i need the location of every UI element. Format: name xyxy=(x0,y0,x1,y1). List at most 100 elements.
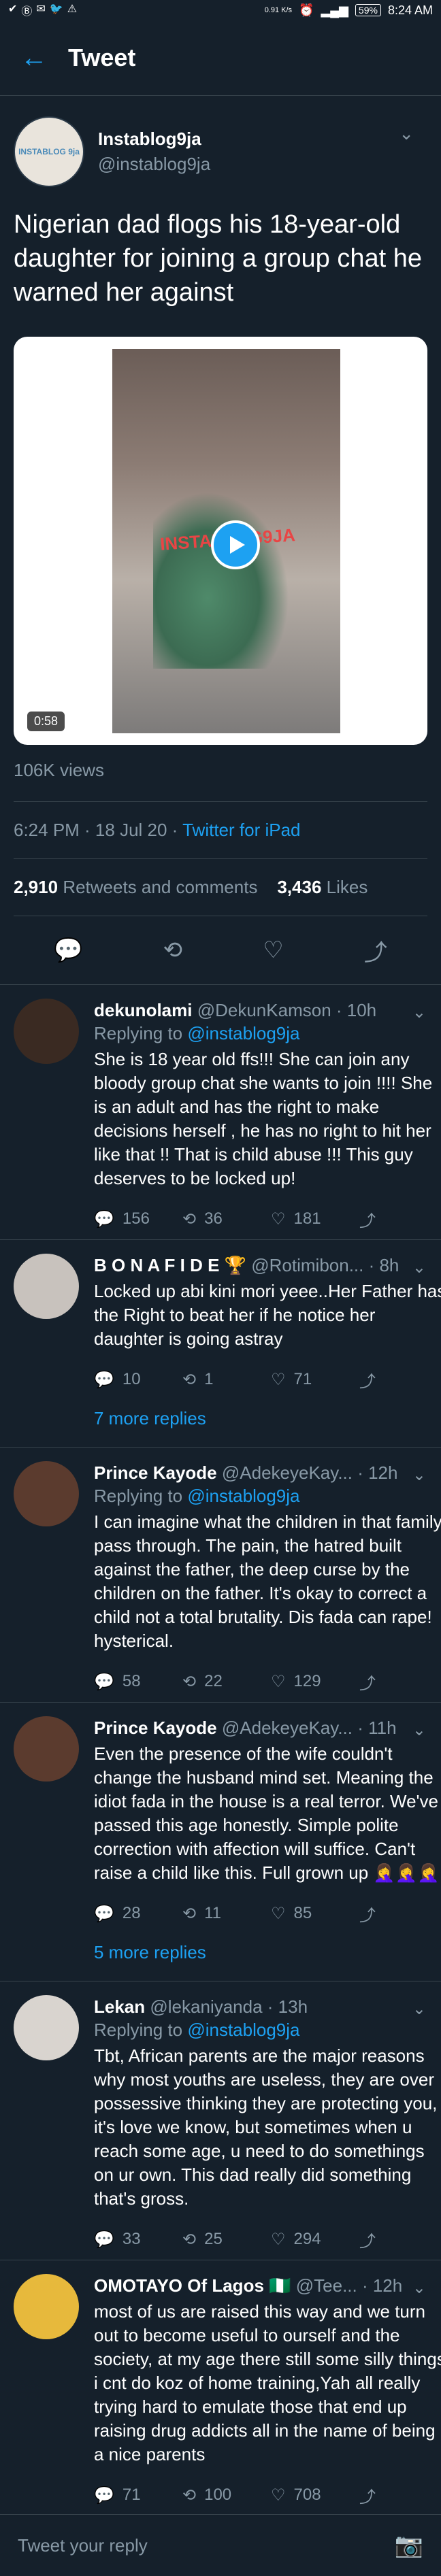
retweets-count[interactable]: 2,910 xyxy=(14,877,58,897)
play-button-icon[interactable] xyxy=(211,520,260,569)
status-bar: ✔ Ⓑ ✉ 🐦 ⚠ 0.91 K/s ⏰ ▂▄▆ 59% 8:24 AM xyxy=(0,0,441,20)
reply-avatar[interactable] xyxy=(14,1461,79,1526)
reply-comment-button[interactable]: 💬 71 xyxy=(94,2486,182,2505)
author-handle[interactable]: @instablog9ja xyxy=(98,154,210,175)
reply-retweet-button[interactable]: ⟲ 22 xyxy=(182,1672,271,1692)
more-replies-link[interactable]: 5 more replies xyxy=(94,1942,441,1974)
chevron-down-icon[interactable]: ⌄ xyxy=(412,1465,426,1485)
likes-label[interactable]: Likes xyxy=(327,877,368,897)
heart-icon: ♡ xyxy=(271,2486,286,2505)
reply-retweet-button[interactable]: ⟲ 11 xyxy=(182,1904,271,1924)
comment-icon[interactable]: 💬 xyxy=(54,937,82,964)
reply-like-button[interactable]: ♡ 708 xyxy=(271,2486,359,2505)
reply-author-handle[interactable]: @AdekeyeKay... · 12h xyxy=(222,1462,398,1483)
reply-actions: 💬 71 ⟲ 100 ♡ 708 ⤴ xyxy=(94,2481,441,2509)
reply-share-button[interactable]: ⤴ xyxy=(359,2228,441,2252)
reply-avatar[interactable] xyxy=(14,2274,79,2339)
reply-comment-button[interactable]: 💬 28 xyxy=(94,1904,182,1924)
replying-to: Replying to @instablog9ja xyxy=(94,2020,300,2040)
replying-to-link[interactable]: @instablog9ja xyxy=(187,1023,299,1043)
replies-list: dekunolami @DekunKamson · 10h Replying t… xyxy=(0,985,441,2563)
reply-comment-button[interactable]: 💬 33 xyxy=(94,2230,182,2249)
reply-retweet-button[interactable]: ⟲ 36 xyxy=(182,1209,271,1229)
retweets-label[interactable]: Retweets and comments xyxy=(63,877,257,897)
reply-author-name[interactable]: Prince Kayode xyxy=(94,1462,217,1483)
reply-avatar[interactable] xyxy=(14,1716,79,1782)
reply-avatar[interactable] xyxy=(14,999,79,1064)
author-name[interactable]: Instablog9ja xyxy=(98,129,210,150)
reply-text: I can imagine what the children in that … xyxy=(94,1511,441,1651)
reply-share-button[interactable]: ⤴ xyxy=(359,1207,441,1231)
page-title: Tweet xyxy=(68,44,136,71)
reply-author-name[interactable]: dekunolami xyxy=(94,1000,192,1020)
reply-author-name[interactable]: B O N A F I D E 🏆 xyxy=(94,1255,246,1275)
reply-header: Prince Kayode @AdekeyeKay... · 11h xyxy=(94,1716,441,1739)
clock: 8:24 AM xyxy=(387,3,433,17)
reply-retweet-button[interactable]: ⟲ 100 xyxy=(182,2486,271,2505)
reply-like-button[interactable]: ♡ 181 xyxy=(271,1209,359,1229)
battery-level: 59% xyxy=(355,4,381,16)
chevron-down-icon[interactable]: ⌄ xyxy=(412,1720,426,1740)
reply-share-button[interactable]: ⤴ xyxy=(359,1368,441,1392)
author-avatar[interactable]: INSTABLOG 9ja xyxy=(14,116,84,187)
camera-icon[interactable]: 📷 xyxy=(395,2532,423,2559)
reply-retweet-button[interactable]: ⟲ 1 xyxy=(182,1370,271,1390)
reply-tweet[interactable]: dekunolami @DekunKamson · 10h Replying t… xyxy=(0,985,441,1240)
replying-to-link[interactable]: @instablog9ja xyxy=(187,2020,299,2040)
share-icon[interactable]: ⤴ xyxy=(364,934,387,967)
reply-like-button[interactable]: ♡ 294 xyxy=(271,2230,359,2249)
reply-author-handle[interactable]: @AdekeyeKay... · 11h xyxy=(222,1718,397,1738)
more-replies-link[interactable]: 7 more replies xyxy=(94,1408,441,1440)
reply-comment-button[interactable]: 💬 156 xyxy=(94,1209,182,1229)
retweet-icon: ⟲ xyxy=(182,2486,197,2505)
app-header: ← Tweet xyxy=(0,20,441,96)
reply-author-name[interactable]: Prince Kayode xyxy=(94,1718,217,1738)
reply-author-handle[interactable]: @Rotimibon... · 8h xyxy=(251,1255,399,1275)
share-icon: ⤴ xyxy=(359,1211,376,1231)
reply-tweet[interactable]: Prince Kayode @AdekeyeKay... · 11h Even … xyxy=(0,1703,441,1981)
reply-comment-button[interactable]: 💬 58 xyxy=(94,1672,182,1692)
reply-tweet[interactable]: Prince Kayode @AdekeyeKay... · 12h Reply… xyxy=(0,1448,441,1703)
reply-author-handle[interactable]: @Tee... · 12h xyxy=(296,2275,402,2296)
tweet-source-link[interactable]: Twitter for iPad xyxy=(182,820,300,840)
reply-retweet-button[interactable]: ⟲ 25 xyxy=(182,2230,271,2249)
view-count: 106K views xyxy=(14,760,104,780)
reply-tweet[interactable]: Lekan @lekaniyanda · 13h Replying to @in… xyxy=(0,1981,441,2260)
heart-icon: ♡ xyxy=(271,2230,286,2249)
reply-author-handle[interactable]: @lekaniyanda · 13h xyxy=(150,1996,308,2017)
comment-icon: 💬 xyxy=(94,2230,114,2249)
reply-author-handle[interactable]: @DekunKamson · 10h xyxy=(197,1000,376,1020)
video-subject xyxy=(153,492,289,669)
reply-composer[interactable]: Tweet your reply 📷 xyxy=(0,2514,441,2576)
heart-icon[interactable]: ♡ xyxy=(263,937,283,964)
check-icon: ✔ xyxy=(8,3,18,15)
reply-input[interactable]: Tweet your reply xyxy=(18,2535,148,2556)
reply-share-button[interactable]: ⤴ xyxy=(359,1902,441,1926)
reply-share-button[interactable]: ⤴ xyxy=(359,2483,441,2507)
reply-avatar[interactable] xyxy=(14,1995,79,2060)
chevron-down-icon[interactable]: ⌄ xyxy=(412,1003,426,1022)
reply-avatar[interactable] xyxy=(14,1254,79,1319)
reply-author-name[interactable]: OMOTAYO Of Lagos 🇳🇬 xyxy=(94,2275,291,2296)
reply-tweet[interactable]: B O N A F I D E 🏆 @Rotimibon... · 8h Loc… xyxy=(0,1240,441,1448)
reply-author-name[interactable]: Lekan xyxy=(94,1996,145,2017)
reply-like-button[interactable]: ♡ 129 xyxy=(271,1672,359,1692)
chevron-down-icon[interactable]: ⌄ xyxy=(399,123,414,144)
share-icon: ⤴ xyxy=(359,1906,376,1925)
chevron-down-icon[interactable]: ⌄ xyxy=(412,2278,426,2298)
reply-header: dekunolami @DekunKamson · 10h xyxy=(94,999,441,1022)
chevron-down-icon[interactable]: ⌄ xyxy=(412,1258,426,1277)
chevron-down-icon[interactable]: ⌄ xyxy=(412,1999,426,2019)
retweet-icon[interactable]: ⟲ xyxy=(163,937,183,964)
reply-actions: 💬 58 ⟲ 22 ♡ 129 ⤴ xyxy=(94,1668,441,1695)
reply-like-button[interactable]: ♡ 85 xyxy=(271,1904,359,1924)
reply-comment-button[interactable]: 💬 10 xyxy=(94,1370,182,1390)
reply-like-button[interactable]: ♡ 71 xyxy=(271,1370,359,1390)
share-icon: ⤴ xyxy=(359,1674,376,1693)
back-arrow-icon[interactable]: ← xyxy=(20,43,68,73)
replying-to-link[interactable]: @instablog9ja xyxy=(187,1486,299,1506)
reply-share-button[interactable]: ⤴ xyxy=(359,1670,441,1694)
video-player[interactable]: INSTABLOG9JA 0:58 xyxy=(14,337,427,745)
b-icon: Ⓑ xyxy=(21,6,33,18)
likes-count[interactable]: 3,436 xyxy=(277,877,321,897)
